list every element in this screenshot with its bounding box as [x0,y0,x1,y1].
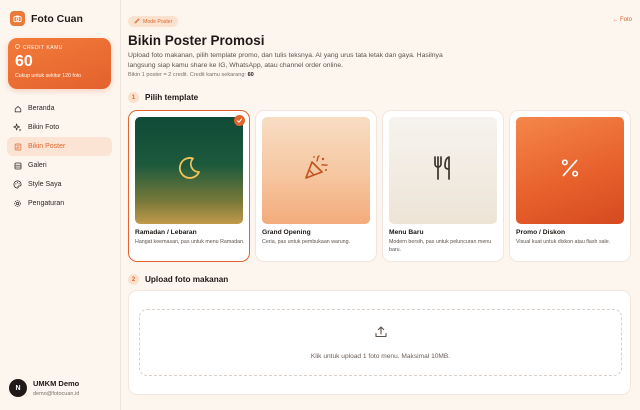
sidebar-item-pengaturan[interactable]: Pengaturan [7,194,112,213]
page-description: Upload foto makanan, pilih template prom… [128,52,443,69]
sidebar-nav: Beranda Bikin Foto Bikin Poster Galeri S… [7,99,112,213]
main-content: Mode Poster ← Foto Bikin Poster Promosi … [121,0,640,410]
sidebar-item-label: Style Saya [28,181,62,188]
palette-icon [13,180,22,189]
step-number: 2 [128,274,139,285]
template-preview [516,117,624,224]
sidebar-item-label: Galeri [28,162,47,169]
sidebar-item-label: Bikin Foto [28,124,60,131]
template-description: Modern bersih, pas untuk peluncuran menu… [389,239,492,253]
credit-note: Bikin 1 poster = 2 credit. Credit kamu s… [128,72,254,78]
sidebar-item-bikin-poster[interactable]: Bikin Poster [7,137,112,156]
credit-note-value: 60 [247,72,254,78]
sidebar-item-label: Beranda [28,105,55,112]
template-preview [389,117,497,224]
poster-icon [13,142,22,151]
template-card-menu-baru[interactable]: Menu Baru Modern bersih, pas untuk pelun… [382,110,504,262]
template-name: Ramadan / Lebaran [135,229,197,236]
step-number: 1 [128,92,139,103]
brush-icon [134,17,140,26]
gallery-icon [13,161,22,170]
upload-dropzone[interactable]: Klik untuk upload 1 foto menu. Maksimal … [139,309,622,376]
party-popper-icon [301,153,331,188]
sidebar-item-beranda[interactable]: Beranda [7,99,112,118]
mode-badge-label: Mode Poster [143,18,173,25]
moon-icon [174,153,204,188]
template-card-ramadan[interactable]: Ramadan / Lebaran Hangat keemasan, pas u… [128,110,250,262]
sparkle-icon [13,123,22,132]
sidebar-item-bikin-foto[interactable]: Bikin Foto [7,118,112,137]
utensils-icon [428,153,458,188]
home-icon [13,104,22,113]
page-title: Bikin Poster Promosi [128,33,265,48]
template-name: Promo / Diskon [516,229,566,236]
sidebar-item-galeri[interactable]: Galeri [7,156,112,175]
credit-value: 60 [15,53,33,70]
credit-label: CREDIT KAMU [23,44,63,51]
template-card-grand-opening[interactable]: Grand Opening Ceria, pas untuk pembukaan… [255,110,377,262]
template-preview [135,117,243,224]
step-label: Upload foto makanan [145,275,229,284]
user-profile[interactable]: N UMKM Demo demo@fotocuan.id [9,379,79,397]
brand[interactable]: Foto Cuan [10,11,83,26]
step-2-heading: 2 Upload foto makanan [128,274,228,285]
app-name: Foto Cuan [31,12,83,25]
upload-card: Klik untuk upload 1 foto menu. Maksimal … [128,290,631,395]
sidebar-item-label: Bikin Poster [28,143,66,150]
template-name: Menu Baru [389,229,424,236]
credit-subtitle: Cukup untuk sekitar 120 foto [15,73,82,79]
template-name: Grand Opening [262,229,311,236]
avatar: N [9,379,27,397]
user-name: UMKM Demo [33,379,80,388]
sidebar-item-label: Pengaturan [28,200,65,207]
template-description: Visual kuat untuk diskon atau flash sale… [516,239,611,245]
sidebar: Foto Cuan CREDIT KAMU 60 Cukup untuk sek… [0,0,121,410]
template-grid: Ramadan / Lebaran Hangat keemasan, pas u… [128,110,631,262]
upload-instruction: Klik untuk upload 1 foto menu. Maksimal … [310,353,451,360]
step-1-heading: 1 Pilih template [128,92,198,103]
credit-note-text: Bikin 1 poster = 2 credit. Credit kamu s… [128,72,246,78]
template-description: Hangat keemasan, pas untuk menu Ramadan. [135,239,245,245]
user-email: demo@fotocuan.id [33,391,80,397]
sidebar-item-style-saya[interactable]: Style Saya [7,175,112,194]
camera-logo-icon [10,11,25,26]
check-icon [234,115,245,126]
step-label: Pilih template [145,93,199,102]
coin-icon [15,44,20,51]
template-preview [262,117,370,224]
upload-icon [374,325,388,344]
credit-card: CREDIT KAMU 60 Cukup untuk sekitar 120 f… [8,38,111,89]
template-card-promo-diskon[interactable]: Promo / Diskon Visual kuat untuk diskon … [509,110,631,262]
mode-badge: Mode Poster [128,16,179,27]
back-to-foto-link[interactable]: ← Foto [612,17,632,23]
gear-icon [13,199,22,208]
template-description: Ceria, pas untuk pembukaan warung. [262,239,351,245]
percent-icon [556,154,584,187]
